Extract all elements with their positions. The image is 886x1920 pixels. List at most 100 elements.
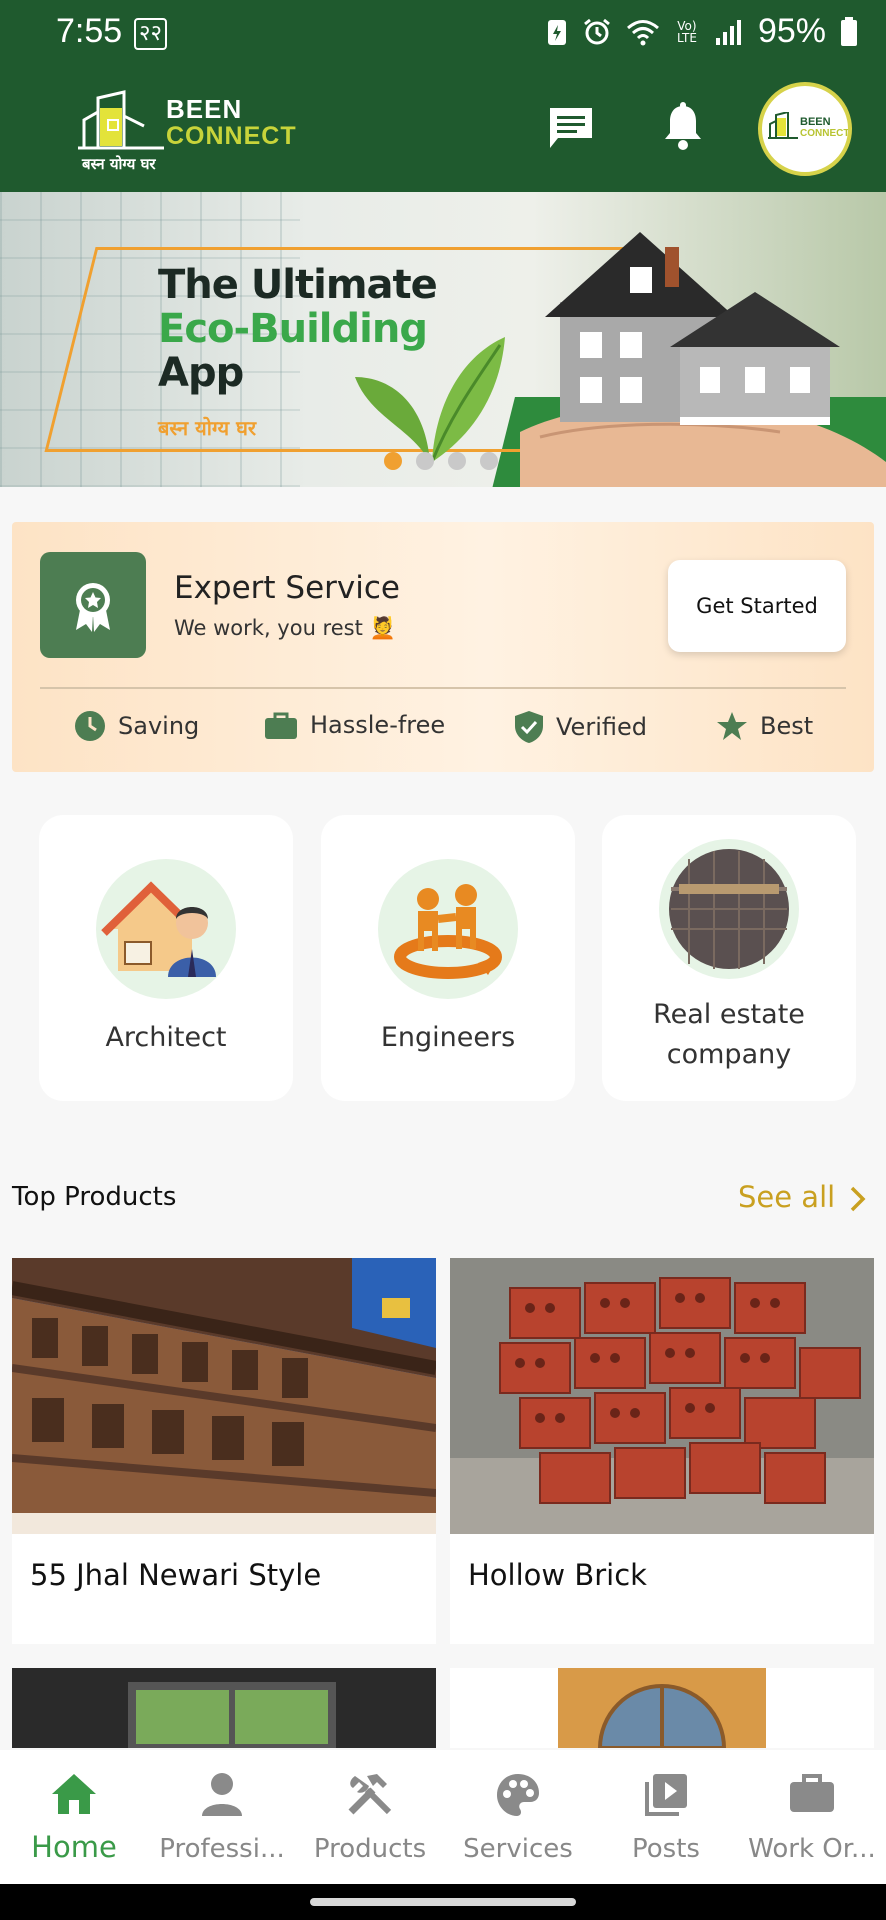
avatar-connect-text: CONNECT bbox=[800, 128, 850, 139]
banner-headline-1: The Ultimate bbox=[158, 262, 438, 308]
banner-pagination bbox=[384, 452, 498, 470]
bottom-navigation: Home Professi... Products Services Posts… bbox=[0, 1750, 886, 1884]
hollow-brick-photo bbox=[450, 1258, 874, 1534]
battery-saver-icon bbox=[547, 19, 566, 45]
status-bar: 7:55 २२ Vo) LTE 95% bbox=[0, 0, 886, 68]
home-indicator[interactable] bbox=[310, 1898, 576, 1906]
gesture-bar bbox=[0, 1884, 886, 1920]
product-image bbox=[450, 1258, 874, 1534]
feature-best: Best bbox=[716, 710, 813, 742]
star-icon bbox=[717, 712, 747, 740]
been-connect-logo[interactable]: BEEN CONNECT बस्न योग्य घर bbox=[70, 86, 310, 178]
video-library-icon bbox=[645, 1774, 687, 1816]
product-image bbox=[12, 1258, 436, 1534]
handshake-people-icon bbox=[394, 884, 502, 979]
battery-percent: 95% bbox=[757, 12, 826, 50]
product-card[interactable]: Hollow Brick bbox=[450, 1258, 874, 1644]
home-icon bbox=[52, 1774, 96, 1814]
logo-been-text: BEEN bbox=[166, 94, 243, 124]
nav-products[interactable]: Products bbox=[296, 1750, 444, 1884]
product-name: Hollow Brick bbox=[468, 1558, 647, 1592]
alarm-icon bbox=[584, 18, 610, 44]
award-ribbon-icon bbox=[76, 583, 110, 632]
expert-badge-tile bbox=[40, 552, 146, 658]
expert-service-subtitle: We work, you rest 💆 bbox=[174, 616, 396, 640]
briefcase-icon bbox=[790, 1774, 834, 1812]
category-label: Real estate company bbox=[653, 999, 805, 1070]
feature-hassle-free: Hassle-free bbox=[264, 710, 445, 740]
category-architect[interactable]: Architect bbox=[39, 815, 293, 1101]
banner-dot[interactable] bbox=[384, 452, 402, 470]
feature-label: Best bbox=[760, 712, 814, 740]
feature-verified: Verified bbox=[514, 710, 647, 744]
status-notification-badge: २२ bbox=[134, 18, 167, 50]
engineers-illustration bbox=[378, 859, 518, 999]
product-name: 55 Jhal Newari Style bbox=[30, 1558, 322, 1592]
nav-label: Professi... bbox=[159, 1834, 285, 1864]
feature-label: Hassle-free bbox=[310, 711, 446, 739]
architect-illustration bbox=[96, 859, 236, 999]
see-all-link[interactable]: See all bbox=[738, 1180, 835, 1214]
get-started-button[interactable]: Get Started bbox=[668, 560, 846, 652]
feature-label: Saving bbox=[118, 712, 200, 740]
messages-button[interactable] bbox=[546, 104, 596, 156]
banner-tagline: बस्न योग्य घर bbox=[158, 416, 257, 440]
nav-home[interactable]: Home bbox=[0, 1750, 148, 1884]
door-product-photo bbox=[450, 1668, 874, 1748]
network-type: Vo) LTE bbox=[676, 18, 697, 45]
category-label: Engineers bbox=[380, 1022, 516, 1053]
signal-icon bbox=[715, 19, 741, 45]
expert-service-title: Expert Service bbox=[174, 570, 401, 606]
product-card[interactable]: 55 Jhal Newari Style bbox=[12, 1258, 436, 1644]
avatar-been-text: BEEN bbox=[800, 116, 831, 128]
wifi-icon bbox=[626, 19, 659, 45]
nav-label: Posts bbox=[632, 1834, 700, 1864]
real-estate-illustration bbox=[659, 839, 799, 979]
chat-icon bbox=[550, 108, 592, 148]
shield-check-icon bbox=[515, 711, 543, 743]
nav-label: Services bbox=[463, 1834, 573, 1864]
logo-connect-text: CONNECT bbox=[166, 122, 297, 150]
category-real-estate[interactable]: Real estate company bbox=[602, 815, 856, 1101]
expert-divider bbox=[40, 687, 846, 689]
nav-services[interactable]: Services bbox=[444, 1750, 592, 1884]
nav-label: Home bbox=[31, 1830, 117, 1864]
nav-label: Work Or... bbox=[748, 1834, 876, 1864]
nav-professionals[interactable]: Professi... bbox=[148, 1750, 296, 1884]
briefcase-icon bbox=[265, 712, 297, 739]
promo-banner[interactable]: The Ultimate Eco-Building App बस्न योग्य… bbox=[0, 192, 886, 487]
house-in-hand-image bbox=[520, 232, 886, 487]
expert-service-card: Expert Service We work, you rest 💆 Get S… bbox=[12, 522, 874, 772]
tools-icon bbox=[348, 1774, 392, 1815]
nav-label: Products bbox=[313, 1834, 427, 1864]
notifications-button[interactable] bbox=[662, 102, 704, 156]
bell-icon bbox=[665, 102, 701, 150]
battery-icon bbox=[841, 16, 857, 46]
leaf-icon bbox=[355, 337, 505, 463]
logo-tagline: बस्न योग्य घर bbox=[82, 155, 156, 173]
feature-label: Verified bbox=[556, 713, 647, 741]
status-icons: Vo) LTE 95% bbox=[546, 12, 858, 51]
product-card-partial[interactable] bbox=[12, 1668, 436, 1748]
app-header: BEEN CONNECT बस्न योग्य घर BEEN CONNECT bbox=[0, 68, 886, 192]
banner-dot[interactable] bbox=[416, 452, 434, 470]
palette-icon bbox=[497, 1774, 539, 1816]
nav-posts[interactable]: Posts bbox=[592, 1750, 740, 1884]
nav-work-orders[interactable]: Work Or... bbox=[738, 1750, 886, 1884]
banner-dot[interactable] bbox=[480, 452, 498, 470]
category-label: Architect bbox=[105, 1022, 227, 1053]
newari-building-photo bbox=[12, 1258, 436, 1534]
category-engineers[interactable]: Engineers bbox=[321, 815, 575, 1101]
avatar-logo-icon bbox=[768, 112, 798, 139]
profile-avatar[interactable]: BEEN CONNECT bbox=[758, 82, 852, 176]
building-logo-icon bbox=[78, 90, 164, 150]
window-product-photo bbox=[12, 1668, 436, 1748]
status-time: 7:55 bbox=[56, 12, 123, 50]
clock-icon bbox=[75, 711, 105, 741]
person-icon bbox=[202, 1773, 242, 1816]
chevron-right-icon[interactable] bbox=[848, 1184, 868, 1214]
banner-dot[interactable] bbox=[448, 452, 466, 470]
product-card-partial[interactable] bbox=[450, 1668, 874, 1748]
top-products-title: Top Products bbox=[12, 1182, 177, 1212]
construction-site-photo bbox=[669, 849, 789, 969]
